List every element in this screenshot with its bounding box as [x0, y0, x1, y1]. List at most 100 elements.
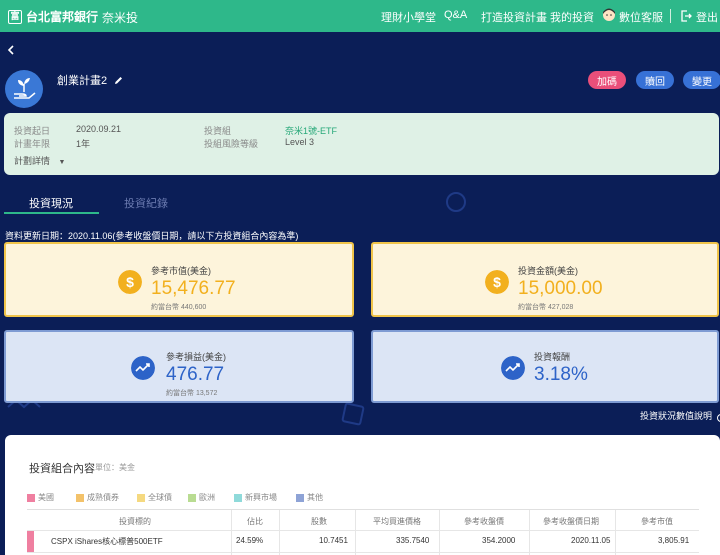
- nav-create-plan[interactable]: 打造投資計畫: [481, 9, 547, 25]
- pnl-label: 參考損益(美金): [166, 352, 226, 362]
- pnl-card: 參考損益(美金) 476.77 約當台幣 13,572: [4, 330, 354, 403]
- legend-label: 歐洲: [199, 493, 215, 502]
- row-ratio: 24.59%: [236, 536, 264, 545]
- decorative-circle: [446, 192, 466, 212]
- change-plan-button[interactable]: 變更: [683, 71, 720, 89]
- portfolio-unit: 單位：美金: [95, 463, 135, 472]
- return-label: 投資報酬: [534, 352, 571, 362]
- market-value-twd: 約當台幣 440,600: [151, 304, 207, 311]
- nav-customer-service[interactable]: 數位客服: [619, 9, 663, 25]
- return-card: 投資報酬 3.18%: [371, 330, 719, 403]
- legend-item: 美國: [27, 492, 54, 503]
- col-header-close: 參考收盤價: [464, 517, 504, 526]
- table-divider: [231, 510, 232, 555]
- row-category-color: [27, 531, 34, 552]
- legend-label: 美國: [38, 493, 54, 502]
- value-explanation-text: 投資狀況數值說明: [640, 411, 713, 421]
- info-icon: i: [716, 414, 720, 422]
- tab-records[interactable]: 投資紀錄: [124, 195, 168, 211]
- table-divider: [27, 552, 699, 553]
- table-divider: [27, 530, 699, 531]
- term-label: 計畫年限: [14, 139, 51, 149]
- col-header-avg-price: 平均買進價格: [373, 517, 421, 526]
- portfolio-panel: 投資組合內容 單位：美金 美國 成熟債券 全球債 歐洲 新興市場 其他 投資標的…: [5, 435, 720, 555]
- bank-name: 台北富邦銀行: [26, 10, 99, 24]
- table-divider: [439, 510, 440, 555]
- invest-amount-label: 投資金額(美金): [518, 266, 578, 276]
- market-value-label: 參考市值(美金): [151, 266, 211, 276]
- legend-swatch-us: [27, 493, 35, 502]
- nav-my-investment[interactable]: 我的投資: [550, 9, 594, 25]
- invest-amount-card: $ 投資金額(美金) 15,000.00 約當台幣 427,028: [371, 242, 719, 317]
- legend-item: 全球債: [137, 492, 172, 503]
- nav-logout[interactable]: 登出: [696, 9, 718, 25]
- trend-chart-icon: [501, 356, 525, 380]
- invest-amount-value: 15,000.00: [518, 278, 603, 299]
- col-header-shares: 股數: [311, 517, 327, 526]
- row-market-value: 3,805.91: [658, 536, 690, 545]
- tab-overview[interactable]: 投資現況: [29, 195, 73, 211]
- row-close-date: 2020.11.05: [571, 536, 611, 545]
- legend-swatch-europe: [188, 493, 196, 502]
- plan-name: 創業計畫2: [57, 72, 123, 88]
- portfolio-title: 投資組合內容: [29, 463, 95, 475]
- add-investment-button[interactable]: 加碼: [588, 71, 626, 89]
- legend-swatch-global-bond: [137, 493, 145, 502]
- market-value-amount: 15,476.77: [151, 278, 236, 299]
- logout-icon[interactable]: [681, 10, 692, 22]
- legend-label: 成熟債券: [87, 493, 119, 502]
- bank-logo-icon: 富: [8, 9, 22, 24]
- legend-swatch-mature-bond: [76, 493, 84, 502]
- start-date-value: 2020.09.21: [76, 124, 122, 134]
- svg-text:$: $: [493, 274, 501, 290]
- product-name[interactable]: 奈米投: [102, 9, 138, 26]
- caret-down-icon: ▼: [58, 159, 66, 166]
- plan-info-box: 投資起日 2020.09.21 計畫年限 1年 投資組 奈米1號-ETF 投組風…: [4, 113, 719, 175]
- pnl-twd: 約當台幣 13,572: [166, 390, 218, 397]
- fund-label: 投資組: [204, 126, 232, 136]
- row-close: 354.2000: [482, 536, 516, 545]
- row-shares: 10.7451: [319, 536, 348, 545]
- plan-name-text: 創業計畫2: [57, 75, 108, 87]
- table-divider: [615, 510, 616, 555]
- dollar-coin-icon: $: [485, 270, 509, 294]
- start-date-label: 投資起日: [14, 126, 51, 136]
- customer-service-avatar-icon: [603, 8, 615, 21]
- col-header-close-date: 參考收盤價日期: [543, 517, 599, 526]
- back-arrow-icon[interactable]: [6, 44, 16, 56]
- pnl-value: 476.77: [166, 364, 225, 385]
- legend-label: 全球債: [148, 493, 172, 502]
- row-fund-name[interactable]: CSPX iShares核心標普500ETF: [51, 536, 163, 547]
- risk-value: Level 3: [285, 137, 315, 147]
- plan-detail-label: 計劃詳情: [14, 156, 51, 166]
- data-update-note: 資料更新日期：2020.11.06(參考收盤價日期，請以下方投資組合內容為準): [5, 231, 299, 241]
- legend-item: 歐洲: [188, 492, 215, 503]
- fund-link[interactable]: 奈米1號-ETF: [285, 124, 337, 137]
- plan-avatar: [5, 70, 43, 108]
- edit-pencil-icon[interactable]: [114, 76, 123, 85]
- nav-qa[interactable]: Q&A: [444, 9, 467, 21]
- top-navigation-bar: 富 台北富邦銀行 奈米投 理財小學堂 Q&A 打造投資計畫 我的投資 數位客服 …: [0, 0, 720, 32]
- legend-swatch-emerging: [234, 493, 242, 502]
- term-value: 1年: [76, 139, 91, 149]
- plan-detail-toggle[interactable]: 計劃詳情 ▼: [14, 154, 65, 167]
- value-explanation-link[interactable]: 投資狀況數值說明 i: [640, 409, 720, 422]
- bank-logo[interactable]: 富 台北富邦銀行: [8, 8, 98, 25]
- decorative-square: [341, 402, 365, 426]
- col-header-ratio: 佔比: [247, 517, 263, 526]
- legend-swatch-other: [296, 493, 304, 502]
- table-divider: [279, 510, 280, 555]
- legend-item: 成熟債券: [76, 492, 119, 503]
- invest-amount-twd: 約當台幣 427,028: [518, 304, 574, 311]
- redeem-button[interactable]: 贖回: [636, 71, 674, 89]
- legend-item: 其他: [296, 492, 323, 503]
- return-value: 3.18%: [534, 364, 588, 385]
- risk-label: 投組風險等級: [204, 139, 259, 149]
- row-avg-price: 335.7540: [396, 536, 430, 545]
- trend-chart-icon: [131, 356, 155, 380]
- dollar-coin-icon: $: [118, 270, 142, 294]
- market-value-card: $ 參考市值(美金) 15,476.77 約當台幣 440,600: [4, 242, 354, 317]
- plant-hand-icon: [14, 78, 36, 99]
- legend-item: 新興市場: [234, 492, 277, 503]
- nav-learning[interactable]: 理財小學堂: [381, 9, 436, 25]
